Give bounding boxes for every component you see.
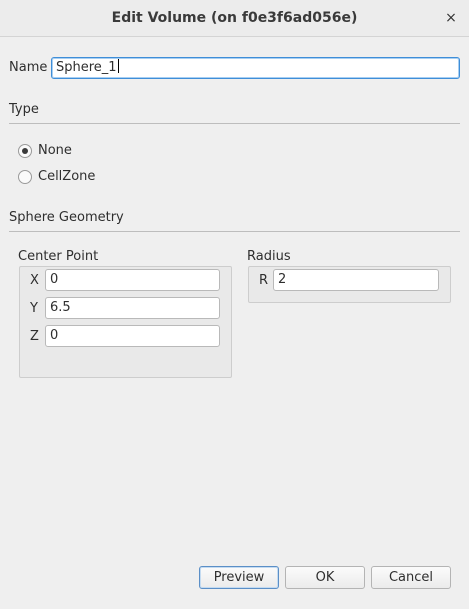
z-label: Z xyxy=(30,329,39,344)
radio-cellzone[interactable] xyxy=(18,170,32,184)
type-heading: Type xyxy=(9,102,39,117)
sphere-geometry-heading: Sphere Geometry xyxy=(9,210,124,225)
radio-none[interactable] xyxy=(18,144,32,158)
preview-button[interactable]: Preview xyxy=(199,566,279,589)
cancel-button[interactable]: Cancel xyxy=(371,566,451,589)
name-label: Name xyxy=(9,60,48,75)
title-bar: Edit Volume (on f0e3f6ad056e) × xyxy=(0,0,469,37)
center-x-input[interactable]: 0 xyxy=(45,269,220,291)
type-separator xyxy=(9,123,460,124)
close-icon[interactable]: × xyxy=(444,9,458,27)
window-title: Edit Volume (on f0e3f6ad056e) xyxy=(111,10,358,26)
radio-cellzone-label[interactable]: CellZone xyxy=(38,169,95,184)
r-label: R xyxy=(259,273,269,288)
ok-button[interactable]: OK xyxy=(285,566,365,589)
name-input-value: Sphere_1 xyxy=(56,60,117,75)
center-z-input[interactable]: 0 xyxy=(45,325,220,347)
radius-input[interactable]: 2 xyxy=(273,269,439,291)
text-cursor xyxy=(117,59,119,73)
geometry-separator xyxy=(9,231,460,232)
y-label: Y xyxy=(30,301,38,316)
center-point-title: Center Point xyxy=(18,249,99,264)
center-y-input[interactable]: 6.5 xyxy=(45,297,220,319)
radio-none-label[interactable]: None xyxy=(38,143,72,158)
name-input[interactable]: Sphere_1 xyxy=(51,57,460,79)
radius-title: Radius xyxy=(247,249,291,264)
x-label: X xyxy=(30,273,39,288)
